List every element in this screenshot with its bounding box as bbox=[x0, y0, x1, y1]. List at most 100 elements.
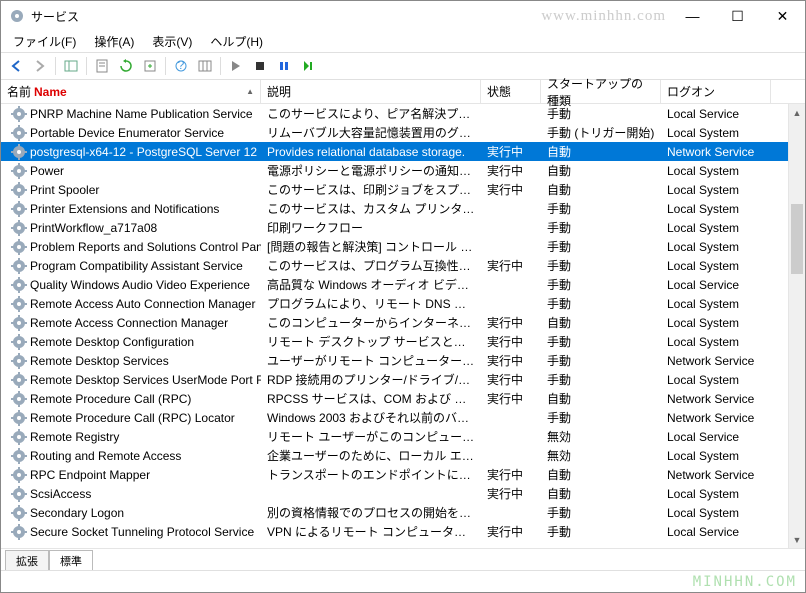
list-header: 名前 Name ▲ 説明 状態 スタートアップの種類 ログオン bbox=[1, 80, 805, 104]
service-desc-cell: 電源ポリシーと電源ポリシーの通知配信を... bbox=[261, 162, 481, 179]
service-row[interactable]: Routing and Remote Access企業ユーザーのために、ローカル… bbox=[1, 446, 788, 465]
column-description[interactable]: 説明 bbox=[261, 80, 481, 103]
service-name-cell: Program Compatibility Assistant Service bbox=[1, 258, 261, 274]
service-status-cell: 実行中 bbox=[481, 390, 541, 407]
menu-help[interactable]: ヘルプ(H) bbox=[202, 31, 271, 52]
service-startup-cell: 手動 bbox=[541, 238, 661, 255]
service-logon-cell: Network Service bbox=[661, 392, 771, 406]
service-desc-cell: 企業ユーザーのために、ローカル エリア ネット... bbox=[261, 447, 481, 464]
service-row[interactable]: Secondary Logon別の資格情報でのプロセスの開始を有効に...手動L… bbox=[1, 503, 788, 522]
tab-standard[interactable]: 標準 bbox=[49, 550, 93, 570]
service-startup-cell: 無効 bbox=[541, 428, 661, 445]
service-desc-cell: リモート デスクトップ サービスとリモート デスク... bbox=[261, 333, 481, 350]
service-row[interactable]: Remote Registryリモート ユーザーがこのコンピューターのレジス..… bbox=[1, 427, 788, 446]
service-row[interactable]: postgresql-x64-12 - PostgreSQL Server 12… bbox=[1, 142, 788, 161]
service-name-cell: ScsiAccess bbox=[1, 486, 261, 502]
stop-service-button[interactable] bbox=[249, 55, 271, 77]
service-status-cell: 実行中 bbox=[481, 143, 541, 160]
service-logon-cell: Network Service bbox=[661, 354, 771, 368]
service-desc-cell: 別の資格情報でのプロセスの開始を有効に... bbox=[261, 504, 481, 521]
service-row[interactable]: Remote Access Auto Connection Managerプログ… bbox=[1, 294, 788, 313]
service-name-cell: Remote Desktop Services bbox=[1, 353, 261, 369]
vertical-scrollbar[interactable]: ▲ ▼ bbox=[788, 104, 805, 548]
service-startup-cell: 手動 bbox=[541, 371, 661, 388]
sort-indicator-icon: ▲ bbox=[246, 87, 254, 96]
maximize-button[interactable]: ☐ bbox=[715, 1, 760, 31]
showhide-button[interactable] bbox=[60, 55, 82, 77]
service-desc-cell: このサービスにより、ピア名解決プロトコルを... bbox=[261, 105, 481, 122]
service-status-cell: 実行中 bbox=[481, 314, 541, 331]
service-row[interactable]: Quality Windows Audio Video Experience高品… bbox=[1, 275, 788, 294]
service-row[interactable]: PrintWorkflow_a717a08印刷ワークフロー手動Local Sys… bbox=[1, 218, 788, 237]
start-service-button[interactable] bbox=[225, 55, 247, 77]
service-row[interactable]: Remote Desktop Servicesユーザーがリモート コンピューター… bbox=[1, 351, 788, 370]
service-row[interactable]: Problem Reports and Solutions Control Pa… bbox=[1, 237, 788, 256]
service-row[interactable]: Portable Device Enumerator Serviceリムーバブル… bbox=[1, 123, 788, 142]
back-button[interactable] bbox=[5, 55, 27, 77]
service-name-cell: PrintWorkflow_a717a08 bbox=[1, 220, 261, 236]
minimize-button[interactable]: — bbox=[670, 1, 715, 31]
scroll-down-button[interactable]: ▼ bbox=[789, 531, 805, 548]
menu-file[interactable]: ファイル(F) bbox=[5, 31, 84, 52]
service-startup-cell: 自動 bbox=[541, 314, 661, 331]
service-row[interactable]: Print Spoolerこのサービスは、印刷ジョブをスプールし、プリ...実行… bbox=[1, 180, 788, 199]
statusbar: MINHHN.COM bbox=[1, 570, 805, 592]
app-icon bbox=[9, 8, 25, 24]
service-row[interactable]: Remote Desktop Services UserMode Port R.… bbox=[1, 370, 788, 389]
service-startup-cell: 手動 bbox=[541, 333, 661, 350]
service-status-cell: 実行中 bbox=[481, 371, 541, 388]
service-startup-cell: 自動 bbox=[541, 466, 661, 483]
service-desc-cell: 高品質な Windows オーディオ ビデオ エクス... bbox=[261, 276, 481, 293]
refresh-button[interactable] bbox=[115, 55, 137, 77]
service-status-cell: 実行中 bbox=[481, 466, 541, 483]
export-button[interactable] bbox=[139, 55, 161, 77]
scroll-up-button[interactable]: ▲ bbox=[789, 104, 805, 121]
service-startup-cell: 自動 bbox=[541, 143, 661, 160]
service-list[interactable]: PNRP Machine Name Publication Serviceこのサ… bbox=[1, 104, 788, 548]
service-row[interactable]: Remote Access Connection Managerこのコンピュータ… bbox=[1, 313, 788, 332]
service-name-cell: Remote Registry bbox=[1, 429, 261, 445]
tab-strip: 拡張 標準 bbox=[1, 548, 805, 570]
service-desc-cell: Provides relational database storage. bbox=[261, 145, 481, 159]
service-logon-cell: Local System bbox=[661, 202, 771, 216]
service-row[interactable]: ScsiAccess実行中自動Local System bbox=[1, 484, 788, 503]
column-logon[interactable]: ログオン bbox=[661, 80, 771, 103]
service-name-cell: postgresql-x64-12 - PostgreSQL Server 12 bbox=[1, 144, 261, 160]
forward-button[interactable] bbox=[29, 55, 51, 77]
column-name[interactable]: 名前 Name ▲ bbox=[1, 80, 261, 103]
pause-service-button[interactable] bbox=[273, 55, 295, 77]
service-row[interactable]: Remote Procedure Call (RPC) LocatorWindo… bbox=[1, 408, 788, 427]
properties-button[interactable] bbox=[91, 55, 113, 77]
menubar: ファイル(F) 操作(A) 表示(V) ヘルプ(H) bbox=[1, 31, 805, 52]
restart-service-button[interactable] bbox=[297, 55, 319, 77]
service-row[interactable]: Power電源ポリシーと電源ポリシーの通知配信を...実行中自動Local Sy… bbox=[1, 161, 788, 180]
help-button[interactable]: ? bbox=[170, 55, 192, 77]
service-row[interactable]: Printer Extensions and Notificationsこのサー… bbox=[1, 199, 788, 218]
tab-extended[interactable]: 拡張 bbox=[5, 550, 49, 570]
service-row[interactable]: Secure Socket Tunneling Protocol Service… bbox=[1, 522, 788, 541]
column-status[interactable]: 状態 bbox=[481, 80, 541, 103]
service-startup-cell: 自動 bbox=[541, 390, 661, 407]
service-desc-cell: リモート ユーザーがこのコンピューターのレジス... bbox=[261, 428, 481, 445]
watermark-bottom: MINHHN.COM bbox=[693, 574, 797, 590]
column-startup[interactable]: スタートアップの種類 bbox=[541, 80, 661, 103]
service-name-cell: RPC Endpoint Mapper bbox=[1, 467, 261, 483]
service-status-cell: 実行中 bbox=[481, 485, 541, 502]
columns-button[interactable] bbox=[194, 55, 216, 77]
service-row[interactable]: Remote Desktop Configurationリモート デスクトップ … bbox=[1, 332, 788, 351]
service-logon-cell: Local System bbox=[661, 487, 771, 501]
service-row[interactable]: Program Compatibility Assistant Serviceこ… bbox=[1, 256, 788, 275]
service-startup-cell: 手動 bbox=[541, 295, 661, 312]
close-button[interactable]: ✕ bbox=[760, 1, 805, 31]
service-row[interactable]: PNRP Machine Name Publication Serviceこのサ… bbox=[1, 104, 788, 123]
service-desc-cell: VPN によるリモート コンピューターへの接続に... bbox=[261, 523, 481, 540]
service-row[interactable]: Remote Procedure Call (RPC)RPCSS サービスは、C… bbox=[1, 389, 788, 408]
service-status-cell: 実行中 bbox=[481, 333, 541, 350]
service-logon-cell: Local System bbox=[661, 240, 771, 254]
service-logon-cell: Local Service bbox=[661, 278, 771, 292]
scroll-thumb[interactable] bbox=[791, 204, 803, 274]
service-row[interactable]: RPC Endpoint Mapperトランスポートのエンドポイントに対する R… bbox=[1, 465, 788, 484]
menu-action[interactable]: 操作(A) bbox=[86, 31, 142, 52]
service-desc-cell: トランスポートのエンドポイントに対する RPC ... bbox=[261, 466, 481, 483]
menu-view[interactable]: 表示(V) bbox=[144, 31, 200, 52]
